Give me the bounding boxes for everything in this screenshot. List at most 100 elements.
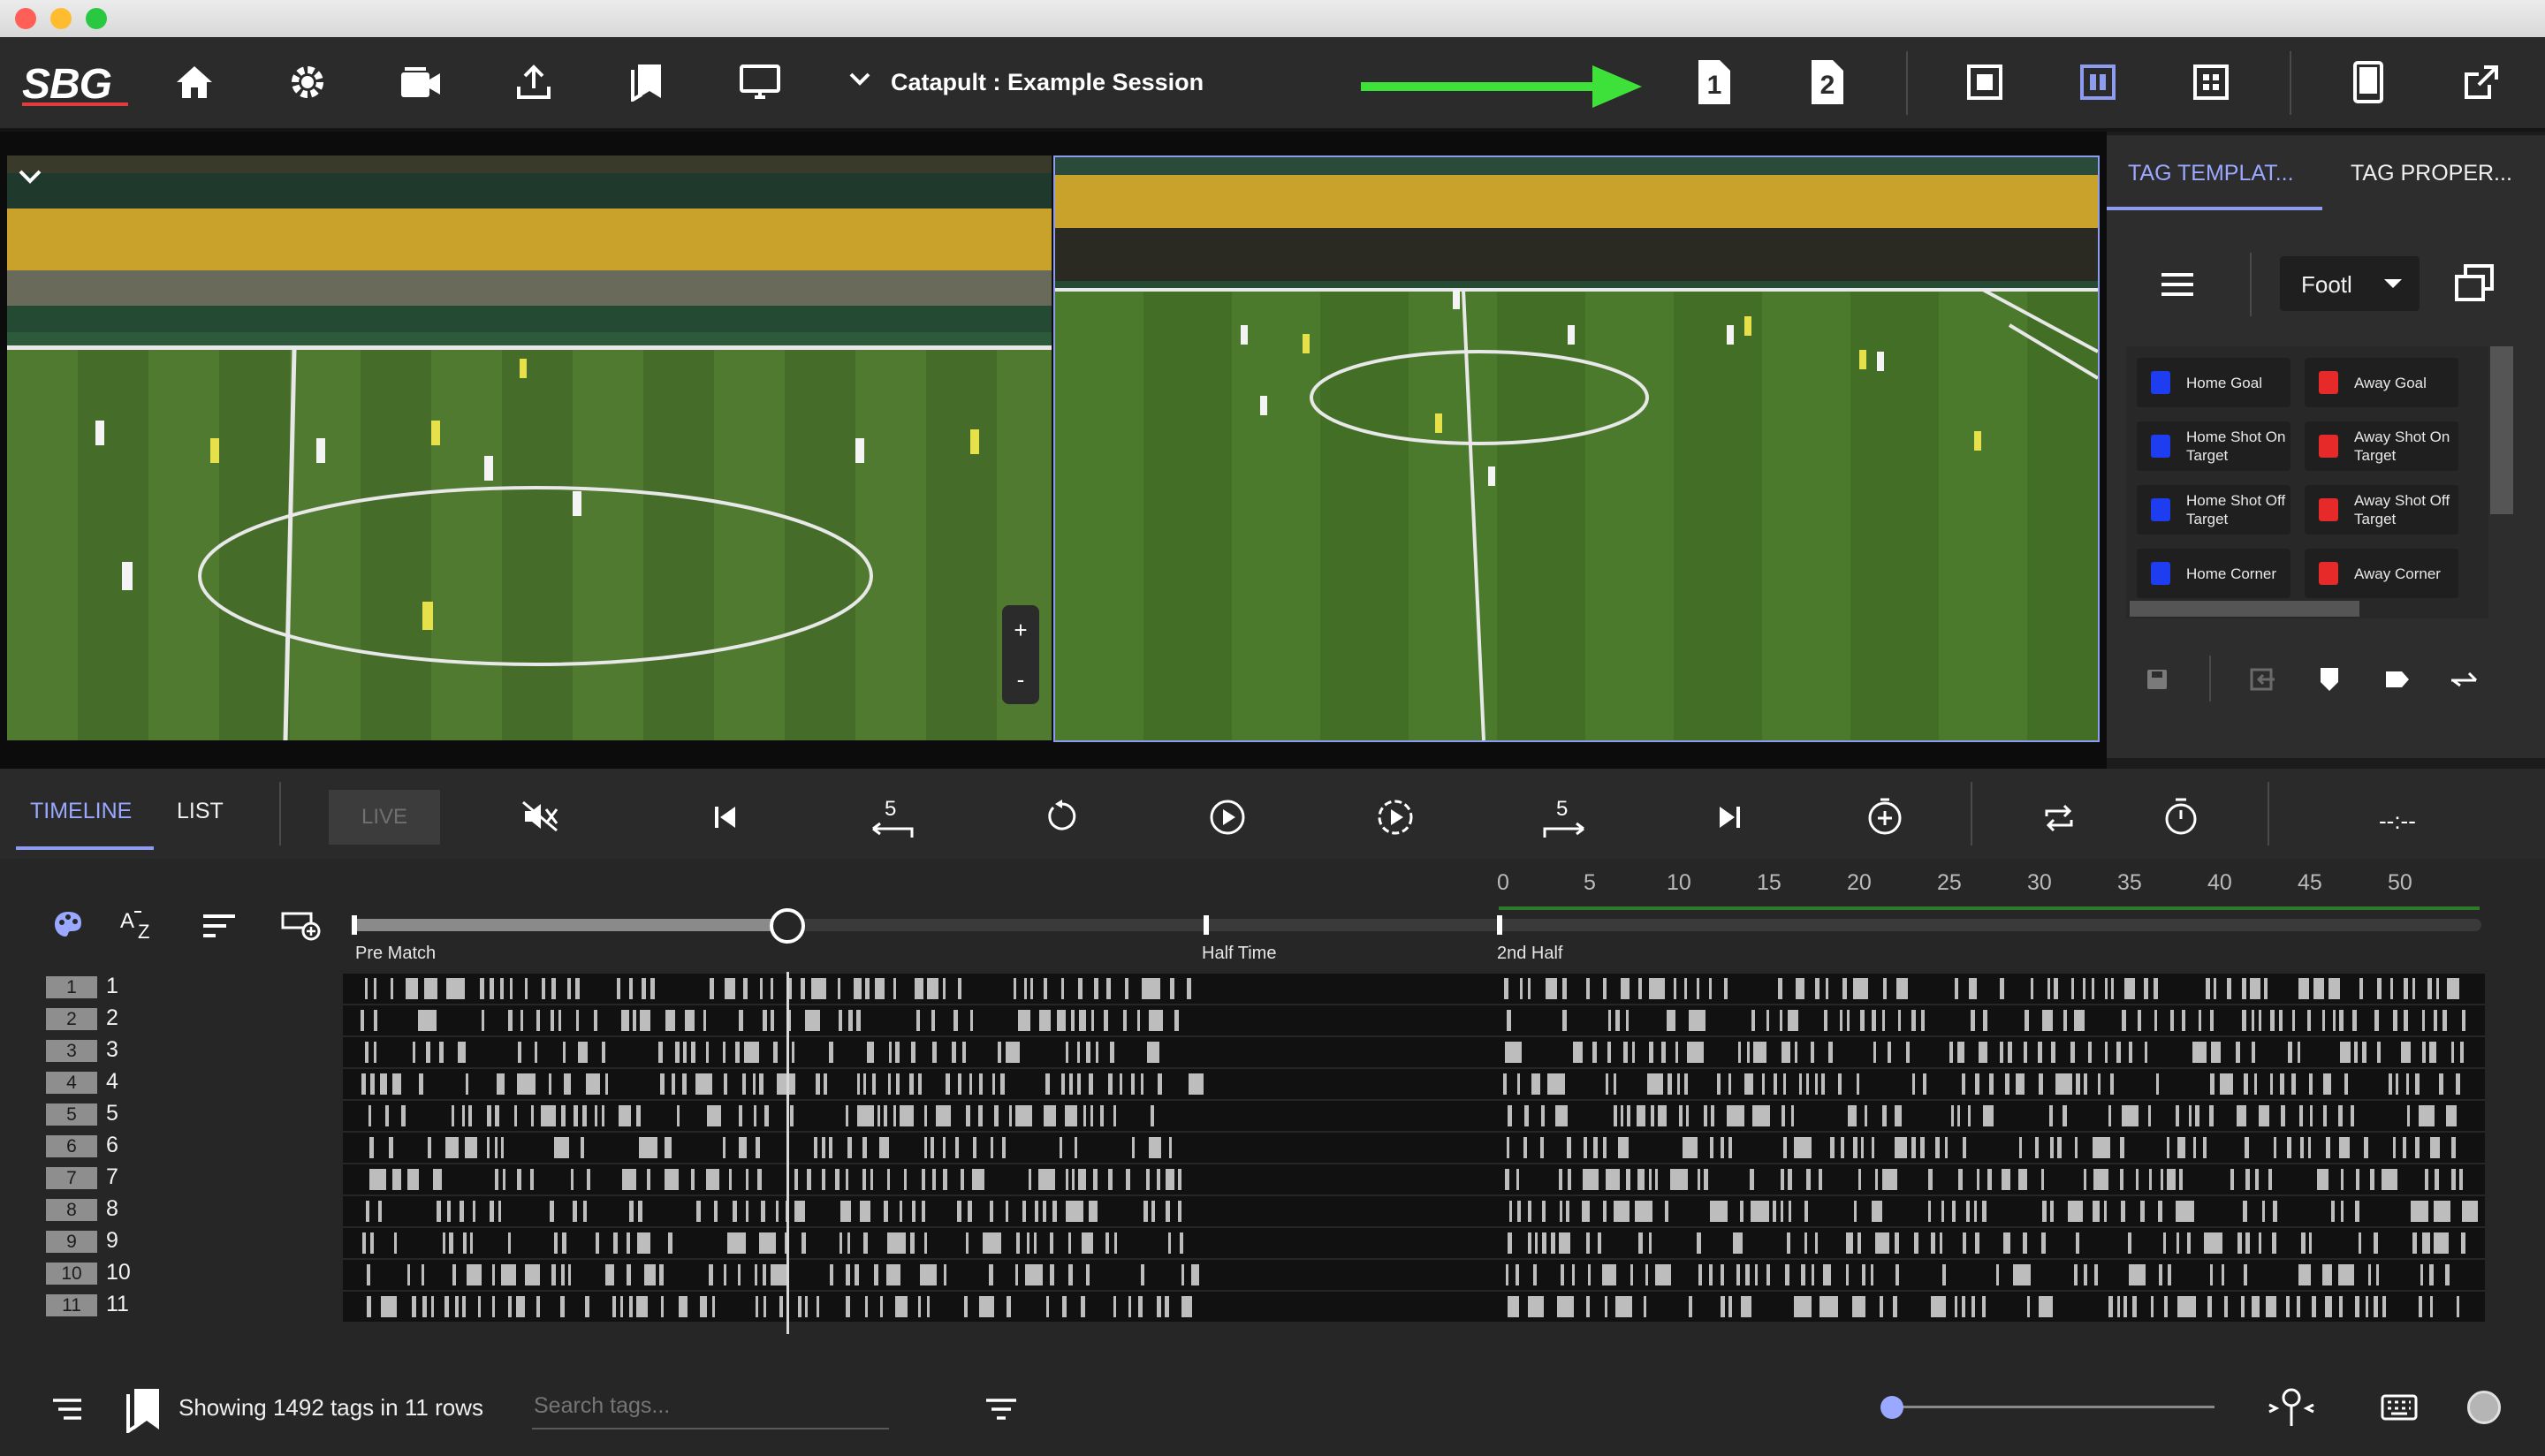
tag-instance[interactable]: [1566, 1137, 1571, 1158]
tag-instance[interactable]: [1897, 1010, 1901, 1031]
tag-instance[interactable]: [2311, 1296, 2316, 1317]
replay-icon[interactable]: [1045, 799, 1080, 834]
tag-instance[interactable]: [756, 1169, 762, 1190]
tag-instance[interactable]: [1043, 1105, 1056, 1126]
tag-instance[interactable]: [2446, 978, 2459, 999]
tag-instance[interactable]: [1527, 1296, 1544, 1317]
tag-instance[interactable]: [586, 1169, 590, 1190]
tag-instance[interactable]: [1755, 1264, 1759, 1285]
tag-instance[interactable]: [2245, 1232, 2250, 1254]
tag-instance[interactable]: [2202, 1137, 2207, 1158]
tag-instance[interactable]: [834, 1169, 839, 1190]
tag-instance[interactable]: [2459, 1042, 2464, 1063]
tag-instance[interactable]: [1023, 978, 1027, 999]
tag-track-row[interactable]: [343, 1260, 2485, 1290]
tag-instance[interactable]: [391, 1169, 401, 1190]
tag-instance[interactable]: [499, 978, 504, 999]
tag-instance[interactable]: [1823, 1264, 1832, 1285]
tag-instance[interactable]: [650, 978, 655, 999]
tag-instance[interactable]: [2195, 1105, 2200, 1126]
tag-instance[interactable]: [637, 1232, 651, 1254]
tag-instance[interactable]: [865, 1296, 869, 1317]
tag-instance[interactable]: [2120, 1169, 2124, 1190]
tag-instance[interactable]: [2460, 1232, 2465, 1254]
tag-instance[interactable]: [2120, 1201, 2125, 1222]
tag-instance[interactable]: [400, 1105, 406, 1126]
tag-instance[interactable]: [638, 1201, 643, 1222]
tag-instance[interactable]: [845, 1169, 848, 1190]
tag-instance[interactable]: [821, 1137, 825, 1158]
tag-instance[interactable]: [2429, 1137, 2440, 1158]
tag-instance[interactable]: [1882, 1169, 1898, 1190]
tag-instance[interactable]: [840, 1201, 852, 1222]
tag-instance[interactable]: [2097, 1073, 2101, 1095]
tag-instance[interactable]: [520, 1010, 524, 1031]
tag-instance[interactable]: [2429, 1264, 2435, 1285]
tag-instance[interactable]: [1089, 1201, 1098, 1222]
tag-instance[interactable]: [1174, 1010, 1180, 1031]
tag-instance[interactable]: [1634, 1201, 1652, 1222]
tag-instance[interactable]: [1781, 1042, 1790, 1063]
tag-instance[interactable]: [700, 1296, 708, 1317]
tag-instance[interactable]: [903, 1169, 907, 1190]
external-window-icon[interactable]: [2450, 51, 2512, 113]
tag-instance[interactable]: [447, 1201, 452, 1222]
tag-instance[interactable]: [2344, 1073, 2348, 1095]
tag-instance[interactable]: [2038, 1073, 2043, 1095]
tag-instance[interactable]: [1942, 1264, 1947, 1285]
close-window-button[interactable]: [15, 8, 36, 29]
tag-instance[interactable]: [2438, 1073, 2443, 1095]
tag-instance[interactable]: [657, 1042, 663, 1063]
tag-instance[interactable]: [2251, 1042, 2255, 1063]
tag-instance[interactable]: [2002, 1169, 2011, 1190]
tag-instance[interactable]: [2091, 978, 2094, 999]
tag-instance[interactable]: [1954, 978, 1958, 999]
tag-instance[interactable]: [621, 1169, 636, 1190]
tag-instance[interactable]: [560, 1105, 566, 1126]
tag-instance[interactable]: [1829, 1137, 1835, 1158]
tag-instance[interactable]: [2157, 1201, 2162, 1222]
tag-instance[interactable]: [931, 1042, 937, 1063]
tag-instance[interactable]: [2382, 1296, 2386, 1317]
tag-instance[interactable]: [1683, 978, 1687, 999]
tag-instance[interactable]: [2321, 1010, 2325, 1031]
tag-instance[interactable]: [864, 978, 870, 999]
tag-instance[interactable]: [461, 1105, 465, 1126]
tag-instance[interactable]: [2459, 1169, 2464, 1190]
tag-instance[interactable]: [1895, 1105, 1903, 1126]
tag-instance[interactable]: [706, 1105, 721, 1126]
tag-instance[interactable]: [1060, 978, 1064, 999]
tag-instance[interactable]: [394, 1232, 398, 1254]
tag-instance[interactable]: [990, 1137, 993, 1158]
playhead-handle[interactable]: [770, 908, 805, 944]
tag-instance[interactable]: [1506, 1137, 1509, 1158]
tag-instance[interactable]: [1882, 1105, 1888, 1126]
tag-instance[interactable]: [1627, 1105, 1631, 1126]
tag-instance[interactable]: [478, 1296, 482, 1317]
tag-instance[interactable]: [664, 1137, 672, 1158]
tag-instance[interactable]: [1728, 1296, 1732, 1317]
tag-instance[interactable]: [690, 1042, 695, 1063]
tag-instance[interactable]: [1852, 978, 1868, 999]
tag-instance[interactable]: [2162, 1232, 2166, 1254]
tag-instance[interactable]: [1027, 1232, 1030, 1254]
marker-2nd-half[interactable]: [1497, 915, 1502, 935]
tag-track-row[interactable]: [343, 1292, 2485, 1322]
tag-instance[interactable]: [2108, 1105, 2112, 1126]
tag-instance[interactable]: [1620, 978, 1630, 999]
tag-instance[interactable]: [580, 1137, 584, 1158]
tag-instance[interactable]: [362, 1232, 367, 1254]
tag-instance[interactable]: [2037, 1042, 2042, 1063]
tag-instance[interactable]: [2070, 978, 2074, 999]
tag-instance[interactable]: [620, 1296, 624, 1317]
tag-instance[interactable]: [789, 1105, 794, 1126]
tag-instance[interactable]: [2222, 1264, 2225, 1285]
popout-icon[interactable]: [2453, 263, 2496, 302]
tag-instance[interactable]: [723, 1264, 726, 1285]
tag-instance[interactable]: [1721, 1264, 1725, 1285]
tag-track-row[interactable]: [343, 1228, 2485, 1258]
tag-instance[interactable]: [1686, 1042, 1704, 1063]
tag-instance[interactable]: [2074, 1137, 2078, 1158]
tag-instance[interactable]: [1839, 1010, 1842, 1031]
tag-instance[interactable]: [1766, 1264, 1771, 1285]
